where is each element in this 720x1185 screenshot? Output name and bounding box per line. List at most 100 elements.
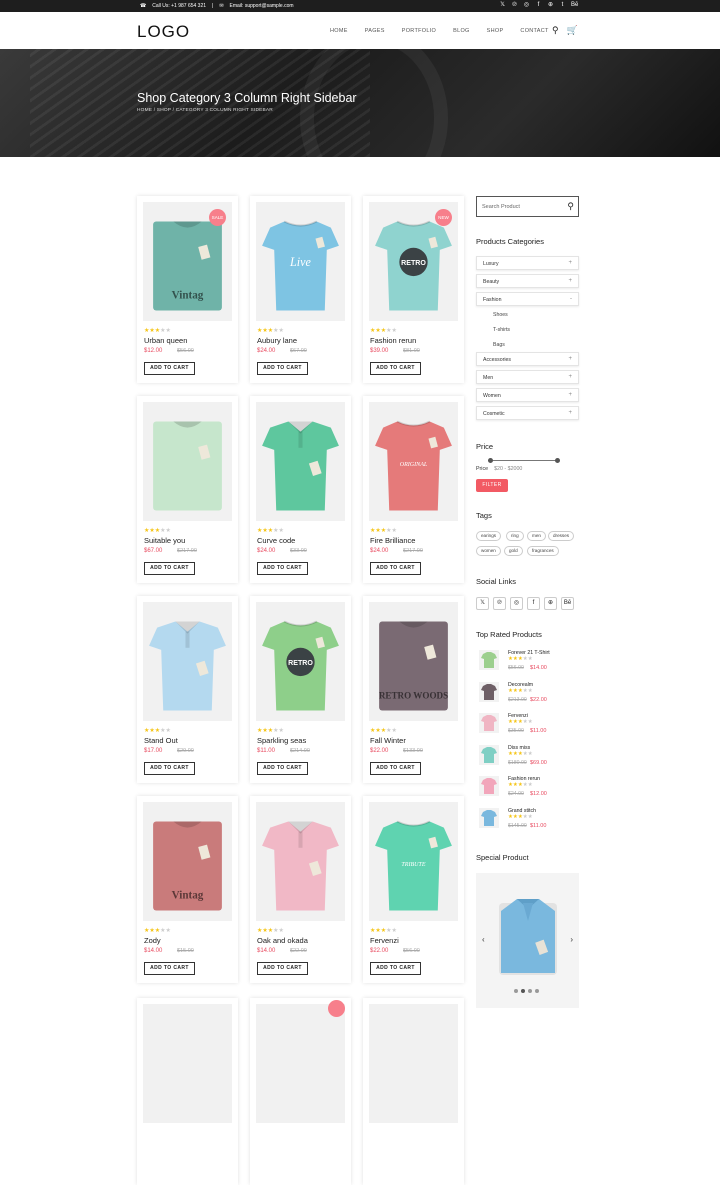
- category-label[interactable]: Men: [483, 375, 493, 381]
- top-rated-thumb[interactable]: [479, 681, 499, 702]
- product-card[interactable]: Vintag ★★★★★ Zody $14.00 $15.00 ADD TO C…: [137, 796, 238, 983]
- add-to-cart-button[interactable]: ADD TO CART: [144, 762, 195, 775]
- product-name[interactable]: Curve code: [257, 536, 295, 545]
- add-to-cart-button[interactable]: ADD TO CART: [370, 962, 421, 975]
- category-item[interactable]: Luxury +: [476, 256, 579, 270]
- subcategory-item[interactable]: Shoes: [493, 312, 508, 318]
- add-to-cart-button[interactable]: ADD TO CART: [370, 362, 421, 375]
- menu-blog[interactable]: BLOG: [453, 28, 469, 34]
- product-name[interactable]: Fervenzi: [370, 936, 399, 945]
- cart-icon[interactable]: 🛒: [567, 25, 578, 36]
- top-rated-item[interactable]: Forever 21 T-Shirt ★★★★★ $56.00 $14.00: [476, 650, 579, 680]
- expand-icon[interactable]: +: [568, 392, 572, 398]
- product-image-box[interactable]: Vintag: [143, 802, 232, 921]
- slider-handle-max[interactable]: [555, 458, 560, 463]
- top-rated-thumb[interactable]: [479, 776, 499, 796]
- subcategory-item[interactable]: T-shirts: [493, 327, 510, 333]
- product-image-box[interactable]: Live: [256, 202, 345, 321]
- top-rated-item[interactable]: Fervenzi ★★★★★ $35.00 $11.00: [476, 713, 579, 743]
- top-rated-item[interactable]: Diss miss ★★★★★ $180.00 $69.00: [476, 744, 579, 775]
- product-card[interactable]: RETRO ★★★★★ Sparkling seas $11.00 $214.0…: [250, 596, 351, 783]
- product-image-box[interactable]: [369, 1004, 458, 1123]
- category-item[interactable]: Fashion -: [476, 292, 579, 306]
- product-image-box[interactable]: RETRO WOODS: [369, 602, 458, 721]
- twitter-icon[interactable]: 𝕏: [476, 597, 489, 610]
- product-image[interactable]: TRIBUTE: [369, 816, 458, 916]
- tag-chip[interactable]: earings: [476, 531, 502, 541]
- special-product-image[interactable]: [493, 893, 563, 983]
- top-rated-item[interactable]: Decorealm ★★★★★ $213.00 $22.00: [476, 681, 579, 712]
- carousel-dot[interactable]: [514, 989, 518, 993]
- add-to-cart-button[interactable]: ADD TO CART: [370, 762, 421, 775]
- filter-button[interactable]: FILTER: [476, 479, 508, 492]
- product-image-box[interactable]: [143, 602, 232, 721]
- product-card[interactable]: ORIGINAL ★★★★★ Fire Brilliance $24.00 $2…: [363, 396, 464, 583]
- product-card[interactable]: ★★★★★ Suitable you $67.00 $217.00 ADD TO…: [137, 396, 238, 583]
- collapse-icon[interactable]: -: [570, 296, 572, 302]
- search-box[interactable]: Search Product ⚲: [476, 196, 579, 217]
- product-image[interactable]: [256, 416, 345, 516]
- add-to-cart-button[interactable]: ADD TO CART: [257, 962, 308, 975]
- expand-icon[interactable]: +: [568, 278, 572, 284]
- top-rated-thumb[interactable]: [479, 713, 499, 733]
- dribbble-icon[interactable]: ⊕: [547, 2, 554, 9]
- category-item[interactable]: Cosmetic +: [476, 406, 579, 420]
- expand-icon[interactable]: +: [568, 374, 572, 380]
- behance-icon[interactable]: Bē: [561, 597, 574, 610]
- tag-chip[interactable]: dresses: [548, 531, 575, 541]
- add-to-cart-button[interactable]: ADD TO CART: [370, 562, 421, 575]
- dribbble-icon[interactable]: ⊕: [544, 597, 557, 610]
- product-image[interactable]: [256, 816, 345, 916]
- special-product-carousel[interactable]: ‹ ›: [476, 873, 579, 1008]
- product-name[interactable]: Aubury lane: [257, 336, 297, 345]
- tag-chip[interactable]: fragrances: [527, 546, 559, 556]
- twitter-icon[interactable]: 𝕏: [499, 2, 506, 9]
- top-rated-item[interactable]: Grand stitch ★★★★★ $145.00 $11.00: [476, 807, 579, 838]
- search-input[interactable]: Search Product: [482, 204, 520, 210]
- slider-handle-min[interactable]: [488, 458, 493, 463]
- expand-icon[interactable]: +: [568, 260, 572, 266]
- product-image[interactable]: RETRO: [369, 216, 458, 316]
- product-image[interactable]: RETRO: [256, 616, 345, 716]
- tag-chip[interactable]: ring: [506, 531, 524, 541]
- product-card[interactable]: ★★★★★ Oak and okada $14.00 $22.00 ADD TO…: [250, 796, 351, 983]
- product-card[interactable]: [250, 998, 351, 1185]
- product-image-box[interactable]: [256, 402, 345, 521]
- product-name[interactable]: Urban queen: [144, 336, 187, 345]
- subcategory-item[interactable]: Bags: [493, 342, 505, 348]
- product-image-box[interactable]: [256, 802, 345, 921]
- pinterest-icon[interactable]: ℗: [511, 2, 518, 9]
- logo[interactable]: LOGO: [137, 22, 190, 42]
- search-icon[interactable]: ⚲: [552, 25, 559, 36]
- menu-pages[interactable]: PAGES: [365, 28, 385, 34]
- facebook-icon[interactable]: f: [535, 2, 542, 9]
- product-card[interactable]: ★★★★★ Curve code $24.00 $33.00 ADD TO CA…: [250, 396, 351, 583]
- category-item[interactable]: Beauty +: [476, 274, 579, 288]
- carousel-dot[interactable]: [535, 989, 539, 993]
- add-to-cart-button[interactable]: ADD TO CART: [144, 962, 195, 975]
- product-image-box[interactable]: RETRO NEW: [369, 202, 458, 321]
- add-to-cart-button[interactable]: ADD TO CART: [257, 562, 308, 575]
- search-icon[interactable]: ⚲: [567, 201, 574, 212]
- menu-home[interactable]: HOME: [330, 28, 348, 34]
- menu-contact[interactable]: CONTACT: [520, 28, 548, 34]
- category-label[interactable]: Luxury: [483, 261, 499, 267]
- add-to-cart-button[interactable]: ADD TO CART: [144, 362, 195, 375]
- product-image[interactable]: [143, 616, 232, 716]
- product-card[interactable]: ★★★★★ Stand Out $17.00 $29.00 ADD TO CAR…: [137, 596, 238, 783]
- product-name[interactable]: Zody: [144, 936, 161, 945]
- product-name[interactable]: Fall Winter: [370, 736, 406, 745]
- expand-icon[interactable]: +: [568, 356, 572, 362]
- chevron-left-icon[interactable]: ‹: [482, 935, 485, 944]
- product-image-box[interactable]: Vintag SALE: [143, 202, 232, 321]
- product-image[interactable]: ORIGINAL: [369, 416, 458, 516]
- carousel-dot[interactable]: [521, 989, 525, 993]
- product-image[interactable]: [143, 416, 232, 516]
- top-rated-item[interactable]: Fashion rerun ★★★★★ $24.00 $12.00: [476, 776, 579, 806]
- category-item[interactable]: Men +: [476, 370, 579, 384]
- tumblr-icon[interactable]: t: [559, 2, 566, 9]
- category-label[interactable]: Women: [483, 393, 501, 399]
- product-name[interactable]: Fire Brilliance: [370, 536, 415, 545]
- product-image[interactable]: RETRO WOODS: [369, 616, 458, 716]
- product-card[interactable]: [363, 998, 464, 1185]
